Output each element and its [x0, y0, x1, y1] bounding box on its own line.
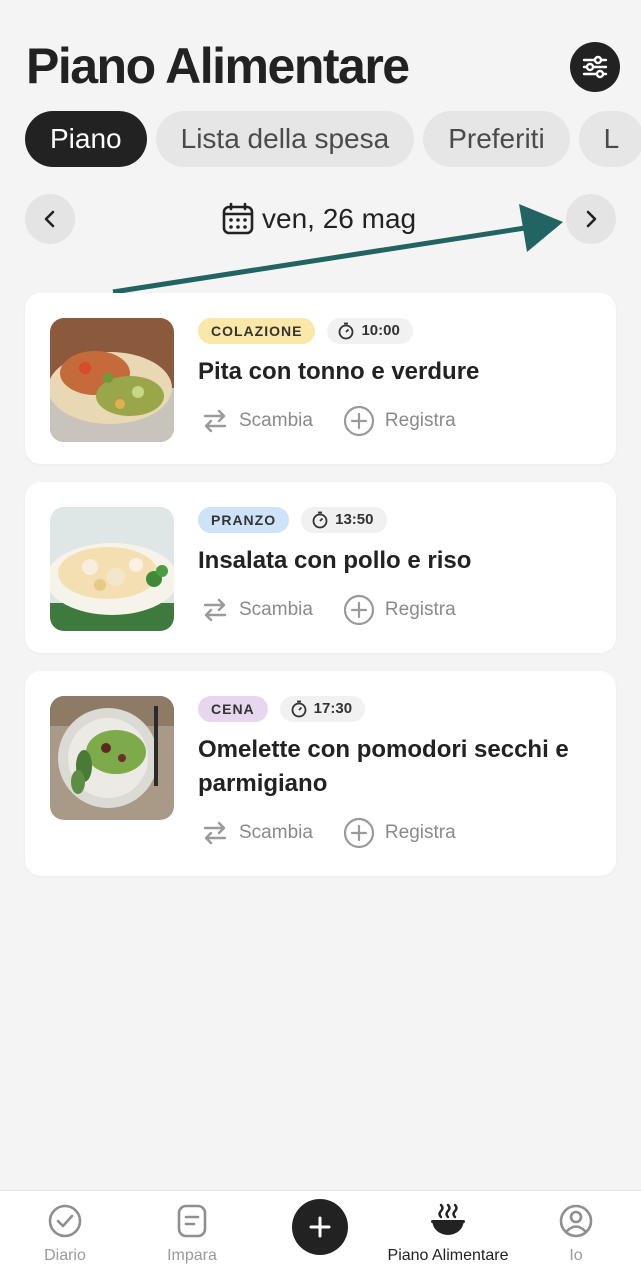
meal-time: 10:00 — [327, 318, 413, 344]
meal-card-colazione[interactable]: COLAZIONE 10:00 Pita con tonno e verdure… — [25, 293, 616, 464]
meal-image — [50, 507, 174, 631]
sliders-icon — [582, 55, 608, 79]
tab-preferiti[interactable]: Preferiti — [423, 111, 570, 167]
nav-label: Io — [569, 1247, 583, 1264]
swap-button[interactable]: Scambia — [201, 596, 313, 624]
nav-label: Impara — [167, 1247, 217, 1264]
swap-label: Scambia — [239, 599, 313, 620]
add-circle-icon — [343, 594, 375, 626]
tab-bar: Piano Lista della spesa Preferiti L — [25, 111, 641, 167]
meal-type-badge: COLAZIONE — [198, 318, 316, 344]
calendar-icon — [222, 202, 254, 235]
log-label: Registra — [384, 599, 456, 620]
swap-label: Scambia — [239, 822, 313, 843]
log-button[interactable]: Registra — [343, 405, 456, 437]
swap-label: Scambia — [239, 410, 313, 431]
log-button[interactable]: Registra — [343, 594, 456, 626]
meal-time: 13:50 — [301, 507, 387, 533]
meal-title: Insalata con pollo e riso — [198, 547, 472, 574]
tab-piano[interactable]: Piano — [25, 111, 147, 167]
header: Piano Alimentare — [0, 0, 641, 100]
meal-title: Pita con tonno e verdure — [198, 358, 480, 385]
chevron-left-icon — [44, 210, 55, 228]
swap-icon — [203, 598, 227, 622]
swap-icon — [203, 409, 227, 433]
nav-label: Diario — [44, 1247, 86, 1264]
meal-image — [50, 696, 174, 820]
date-label: ven, 26 mag — [262, 203, 417, 234]
prev-day-button[interactable] — [25, 194, 75, 244]
swap-button[interactable]: Scambia — [201, 407, 313, 435]
nav-item-io[interactable]: Io — [511, 1199, 641, 1265]
page-title: Piano Alimentare — [26, 38, 410, 94]
nav-item-impara[interactable]: Impara — [127, 1199, 257, 1265]
user-circle-icon — [559, 1204, 593, 1238]
date-picker[interactable]: ven, 26 mag — [222, 194, 416, 244]
swap-button[interactable]: Scambia — [201, 819, 313, 847]
meal-card-pranzo[interactable]: PRANZO 13:50 Insalata con pollo e riso S… — [25, 482, 616, 653]
add-circle-icon — [343, 817, 375, 849]
log-label: Registra — [384, 822, 456, 843]
stopwatch-icon — [339, 322, 354, 340]
meal-title: Omelette con pomodori secchi e parmigian… — [198, 736, 569, 797]
stopwatch-icon — [291, 700, 307, 718]
meal-card-cena[interactable]: CENA 17:30 Omelette con pomodori secchi … — [25, 671, 616, 876]
meal-image — [50, 318, 174, 442]
next-day-button[interactable] — [566, 194, 616, 244]
filter-button[interactable] — [570, 42, 620, 92]
nav-label: Piano Alimentare — [387, 1247, 509, 1264]
tab-more[interactable]: L — [578, 111, 641, 167]
stopwatch-icon — [312, 511, 328, 529]
add-circle-icon — [343, 405, 375, 437]
add-button[interactable] — [292, 1199, 348, 1255]
meal-type-badge: PRANZO — [198, 507, 290, 533]
meal-time-label: 17:30 — [313, 700, 353, 717]
plus-icon — [309, 1216, 331, 1238]
nav-item-diario[interactable]: Diario — [0, 1199, 130, 1265]
meal-time-label: 13:50 — [335, 511, 374, 528]
date-navigator: ven, 26 mag — [0, 194, 641, 244]
log-button[interactable]: Registra — [343, 817, 456, 849]
document-icon — [177, 1204, 207, 1238]
meal-time-label: 10:00 — [361, 322, 400, 339]
tab-lista-della-spesa[interactable]: Lista della spesa — [155, 111, 415, 167]
nav-item-piano-alimentare[interactable]: Piano Alimentare — [383, 1199, 513, 1265]
meal-type-badge: CENA — [198, 696, 268, 722]
chevron-right-icon — [586, 210, 597, 228]
bowl-icon — [431, 1203, 465, 1235]
meal-time: 17:30 — [279, 696, 366, 722]
log-label: Registra — [384, 410, 456, 431]
check-circle-icon — [48, 1204, 82, 1238]
swap-icon — [203, 821, 227, 845]
